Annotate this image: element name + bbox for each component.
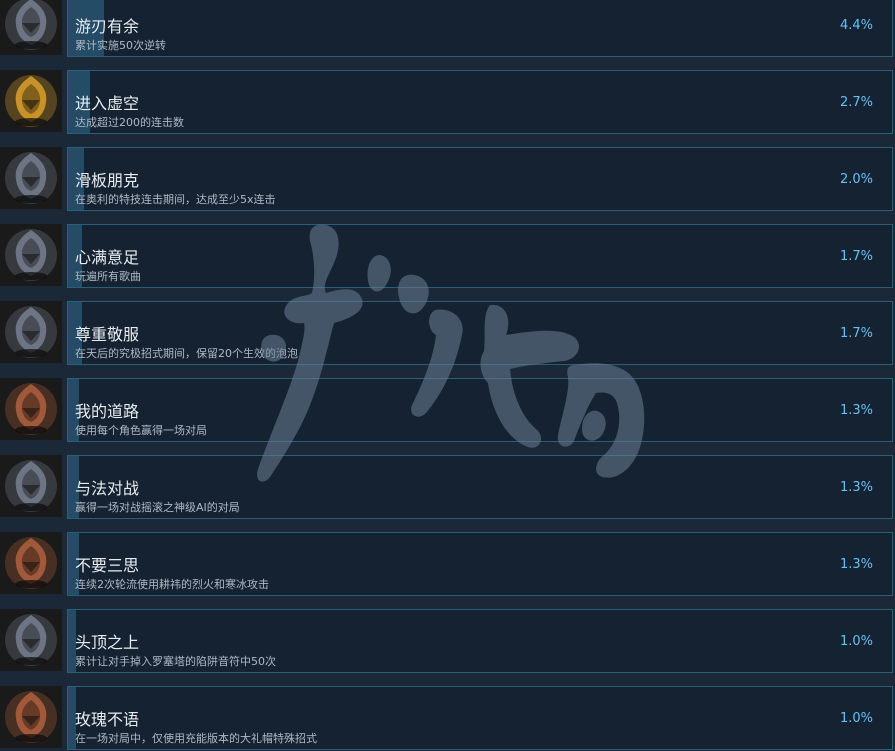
achievement-description: 累计实施50次逆转 — [75, 39, 166, 52]
unlock-percentage: 1.3% — [839, 403, 873, 418]
unlock-percentage: 1.7% — [839, 249, 873, 264]
achievement-title: 与法对战 — [75, 479, 140, 498]
achievement-row: 尊重敬服在天后的究极招式期间，保留20个生效的泡泡 1.7% — [0, 298, 895, 375]
silver-trophy-icon — [0, 455, 62, 517]
achievement-row: 滑板朋克在奥利的特技连击期间，达成至少5x连击 2.0% — [0, 144, 895, 221]
achievement-title: 心满意足 — [75, 248, 140, 267]
silver-trophy-icon — [0, 301, 62, 363]
achievement-row: 心满意足玩遍所有歌曲 1.7% — [0, 221, 895, 298]
silver-trophy-icon — [0, 609, 62, 671]
achievement-title: 尊重敬服 — [75, 325, 140, 344]
silver-trophy-icon — [0, 0, 62, 55]
gold-trophy-icon — [0, 70, 62, 132]
achievement-title: 不要三思 — [75, 556, 140, 575]
achievement-progress-bar: 进入虚空达成超过200的连击数 2.7% — [67, 70, 893, 134]
unlock-percentage: 1.3% — [839, 480, 873, 495]
unlock-percentage: 1.0% — [839, 711, 873, 726]
achievement-description: 连续2次轮流使用耕祎的烈火和寒冰攻击 — [75, 578, 269, 591]
achievement-progress-bar: 玫瑰不语在一场对局中，仅使用充能版本的大礼帽特殊招式 1.0% — [67, 686, 893, 750]
bronze-trophy-icon — [0, 378, 62, 440]
achievement-description: 在天后的究极招式期间，保留20个生效的泡泡 — [75, 347, 298, 360]
achievement-row: 与法对战赢得一场对战摇滚之神级AI的对局 1.3% — [0, 452, 895, 529]
achievement-description: 赢得一场对战摇滚之神级AI的对局 — [75, 501, 240, 514]
achievement-row: 头顶之上累计让对手掉入罗塞塔的陷阱音符中50次 1.0% — [0, 606, 895, 683]
achievement-progress-bar: 心满意足玩遍所有歌曲 1.7% — [67, 224, 893, 288]
achievement-progress-bar: 我的道路使用每个角色赢得一场对局 1.3% — [67, 378, 893, 442]
achievement-row: 不要三思连续2次轮流使用耕祎的烈火和寒冰攻击 1.3% — [0, 529, 895, 606]
unlock-percentage: 2.0% — [839, 172, 873, 187]
achievement-description: 玩遍所有歌曲 — [75, 270, 141, 283]
achievement-progress-bar: 游刃有余累计实施50次逆转 4.4% — [67, 0, 893, 57]
achievement-title: 滑板朋克 — [75, 171, 140, 190]
achievement-description: 累计让对手掉入罗塞塔的陷阱音符中50次 — [75, 655, 276, 668]
unlock-percentage: 2.7% — [839, 95, 873, 110]
silver-trophy-icon — [0, 147, 62, 209]
achievement-row: 玫瑰不语在一场对局中，仅使用充能版本的大礼帽特殊招式 1.0% — [0, 683, 895, 751]
achievement-progress-bar: 不要三思连续2次轮流使用耕祎的烈火和寒冰攻击 1.3% — [67, 532, 893, 596]
achievement-description: 达成超过200的连击数 — [75, 116, 184, 129]
unlock-percentage: 1.3% — [839, 557, 873, 572]
achievement-row: 我的道路使用每个角色赢得一场对局 1.3% — [0, 375, 895, 452]
achievement-progress-bar: 滑板朋克在奥利的特技连击期间，达成至少5x连击 2.0% — [67, 147, 893, 211]
achievement-progress-bar: 尊重敬服在天后的究极招式期间，保留20个生效的泡泡 1.7% — [67, 301, 893, 365]
achievement-title: 游刃有余 — [75, 17, 140, 36]
unlock-percentage: 1.0% — [839, 634, 873, 649]
achievement-title: 玫瑰不语 — [75, 710, 140, 729]
achievement-progress-bar: 头顶之上累计让对手掉入罗塞塔的陷阱音符中50次 1.0% — [67, 609, 893, 673]
unlock-percentage: 1.7% — [839, 326, 873, 341]
achievement-title: 我的道路 — [75, 402, 140, 421]
silver-trophy-icon — [0, 224, 62, 286]
achievement-list-page: 游刃有余累计实施50次逆转 4.4% 进入虚空达成超过200的连击数 2.7% 滑板朋克… — [0, 0, 895, 751]
achievement-title: 进入虚空 — [75, 94, 140, 113]
achievement-description: 使用每个角色赢得一场对局 — [75, 424, 207, 437]
achievement-list: 游刃有余累计实施50次逆转 4.4% 进入虚空达成超过200的连击数 2.7% 滑板朋克… — [0, 0, 895, 751]
achievement-title: 头顶之上 — [75, 633, 140, 652]
achievement-row: 进入虚空达成超过200的连击数 2.7% — [0, 67, 895, 144]
achievement-description: 在奥利的特技连击期间，达成至少5x连击 — [75, 193, 276, 206]
bronze-trophy-icon — [0, 686, 62, 748]
achievement-row: 游刃有余累计实施50次逆转 4.4% — [0, 0, 895, 67]
unlock-percentage: 4.4% — [839, 18, 873, 33]
achievement-progress-bar: 与法对战赢得一场对战摇滚之神级AI的对局 1.3% — [67, 455, 893, 519]
bronze-trophy-icon — [0, 532, 62, 594]
achievement-description: 在一场对局中，仅使用充能版本的大礼帽特殊招式 — [75, 732, 317, 745]
